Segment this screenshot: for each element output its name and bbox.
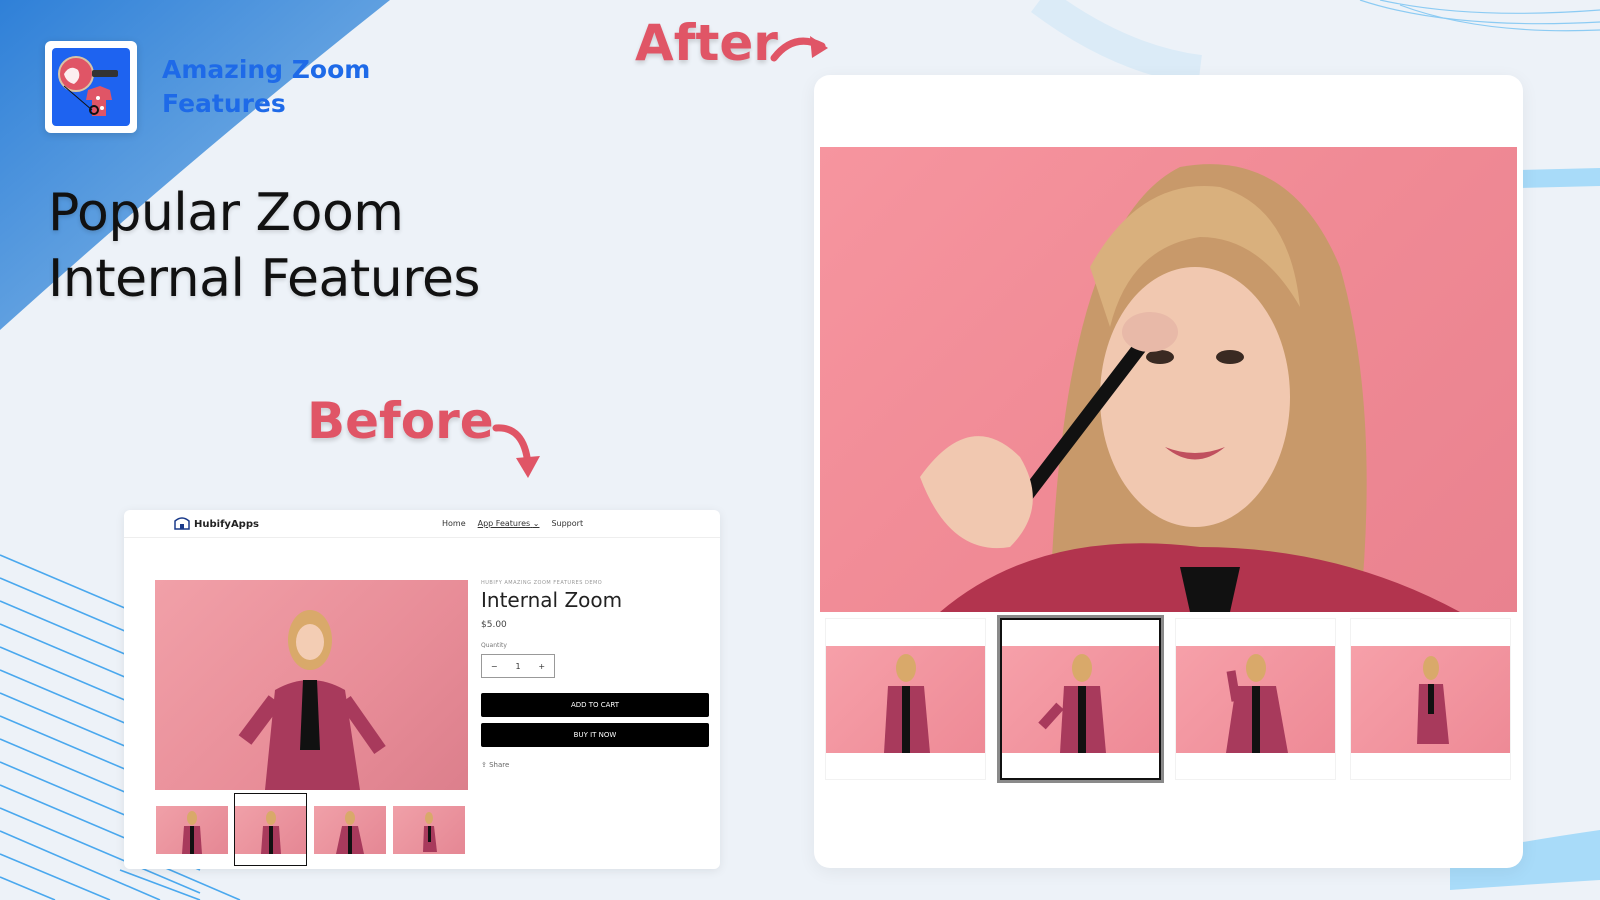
zoom-thumbnail[interactable] [825,618,986,780]
zoom-thumbnail[interactable] [1175,618,1336,780]
thumbnail[interactable] [155,793,228,866]
quantity-decrease-button[interactable]: − [491,662,498,671]
quantity-label: Quantity [481,642,507,649]
arrow-right-icon [770,36,828,62]
store-nav: Home App Features ⌄ Support [442,519,583,528]
store-header: HubifyApps Home App Features ⌄ Support [124,510,720,538]
thumbnail-active[interactable] [234,793,307,866]
thumbnail-image [826,645,985,753]
zoom-thumbnail-active[interactable] [997,615,1164,783]
thumbnail-image [1351,645,1510,753]
product-main-image[interactable] [155,580,468,790]
share-icon: ⇪ [481,761,487,769]
zoom-thumbnail-strip [825,615,1511,783]
thumbnail-image [235,805,306,854]
thumbnail[interactable] [392,793,465,866]
thumbnail-strip [155,793,465,866]
store-logo-text: HubifyApps [194,519,259,530]
nav-app-features-label: App Features [477,519,531,528]
thumbnail-image [155,805,228,854]
brand-title: Amazing Zoom Features [162,53,402,121]
thumbnail-image [313,805,386,854]
quantity-increase-button[interactable]: + [538,662,545,671]
hero-title-line1: Popular Zoom [48,183,404,243]
brand-title-line2: Features [162,89,286,118]
thumbnail-image [1176,645,1335,753]
product-info: HUBIFY AMAZING ZOOM FEATURES DEMO Intern… [481,580,711,769]
chevron-down-icon: ⌄ [532,519,540,528]
thumbnail-image [1002,645,1159,753]
product-vendor: HUBIFY AMAZING ZOOM FEATURES DEMO [481,580,603,586]
share-button[interactable]: ⇪ Share [481,761,711,769]
hero-title: Popular Zoom Internal Features [48,180,548,312]
before-label: Before [307,392,494,450]
product-price: $5.00 [481,620,507,630]
app-logo [45,41,137,133]
nav-home[interactable]: Home [442,519,466,528]
quantity-input[interactable]: 1 [515,662,520,671]
thumbnail-image [392,805,465,854]
after-store-preview [814,75,1523,868]
product-title: Internal Zoom [481,588,623,612]
before-store-preview: HubifyApps Home App Features ⌄ Support H… [124,510,720,869]
after-label: After [635,14,778,72]
buy-now-button[interactable]: BUY IT NOW [481,723,709,747]
store-icon [174,516,190,533]
thumbnail[interactable] [313,793,386,866]
brand-title-line1: Amazing Zoom [162,55,371,84]
add-to-cart-button[interactable]: ADD TO CART [481,693,709,717]
share-label: Share [489,761,510,769]
nav-app-features[interactable]: App Features ⌄ [478,519,540,528]
zoomed-main-image[interactable] [820,147,1517,612]
quantity-stepper: − 1 + [481,654,555,678]
hero-title-line2: Internal Features [48,249,481,309]
magnifier-shirt-icon [52,48,130,126]
nav-support[interactable]: Support [551,519,583,528]
arrow-down-icon [492,424,540,478]
zoom-thumbnail[interactable] [1350,618,1511,780]
store-logo[interactable]: HubifyApps [174,516,259,533]
